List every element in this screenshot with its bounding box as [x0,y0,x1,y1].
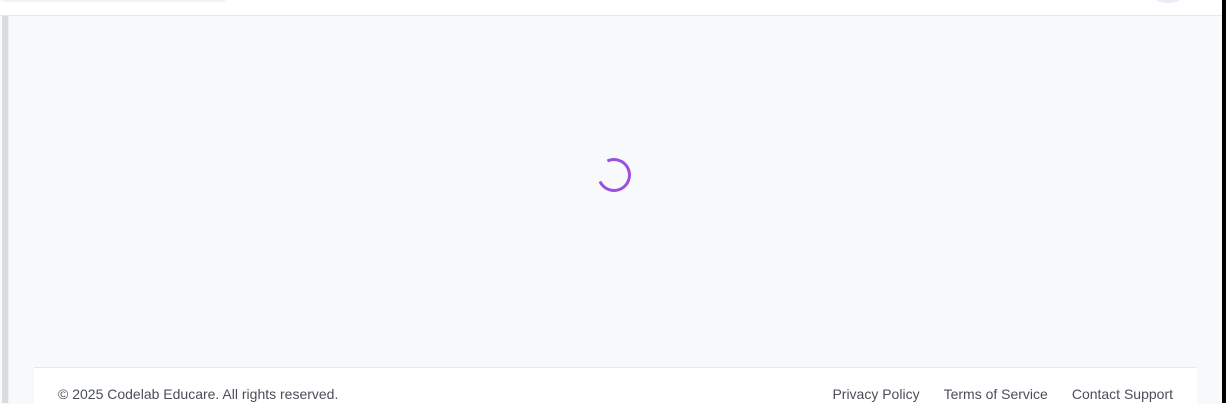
sidebar-scrollbar[interactable] [2,16,9,403]
avatar[interactable] [1152,0,1184,3]
footer: © 2025 Codelab Educare. All rights reser… [34,367,1197,404]
footer-copyright: © 2025 Codelab Educare. All rights reser… [58,386,339,402]
search-input[interactable] [0,0,228,2]
privacy-policy-link[interactable]: Privacy Policy [832,386,919,402]
terms-of-service-link[interactable]: Terms of Service [944,386,1048,402]
top-navbar [0,0,1222,16]
contact-support-link[interactable]: Contact Support [1072,386,1173,402]
window-edge [1222,0,1226,403]
footer-links: Privacy Policy Terms of Service Contact … [832,386,1173,402]
